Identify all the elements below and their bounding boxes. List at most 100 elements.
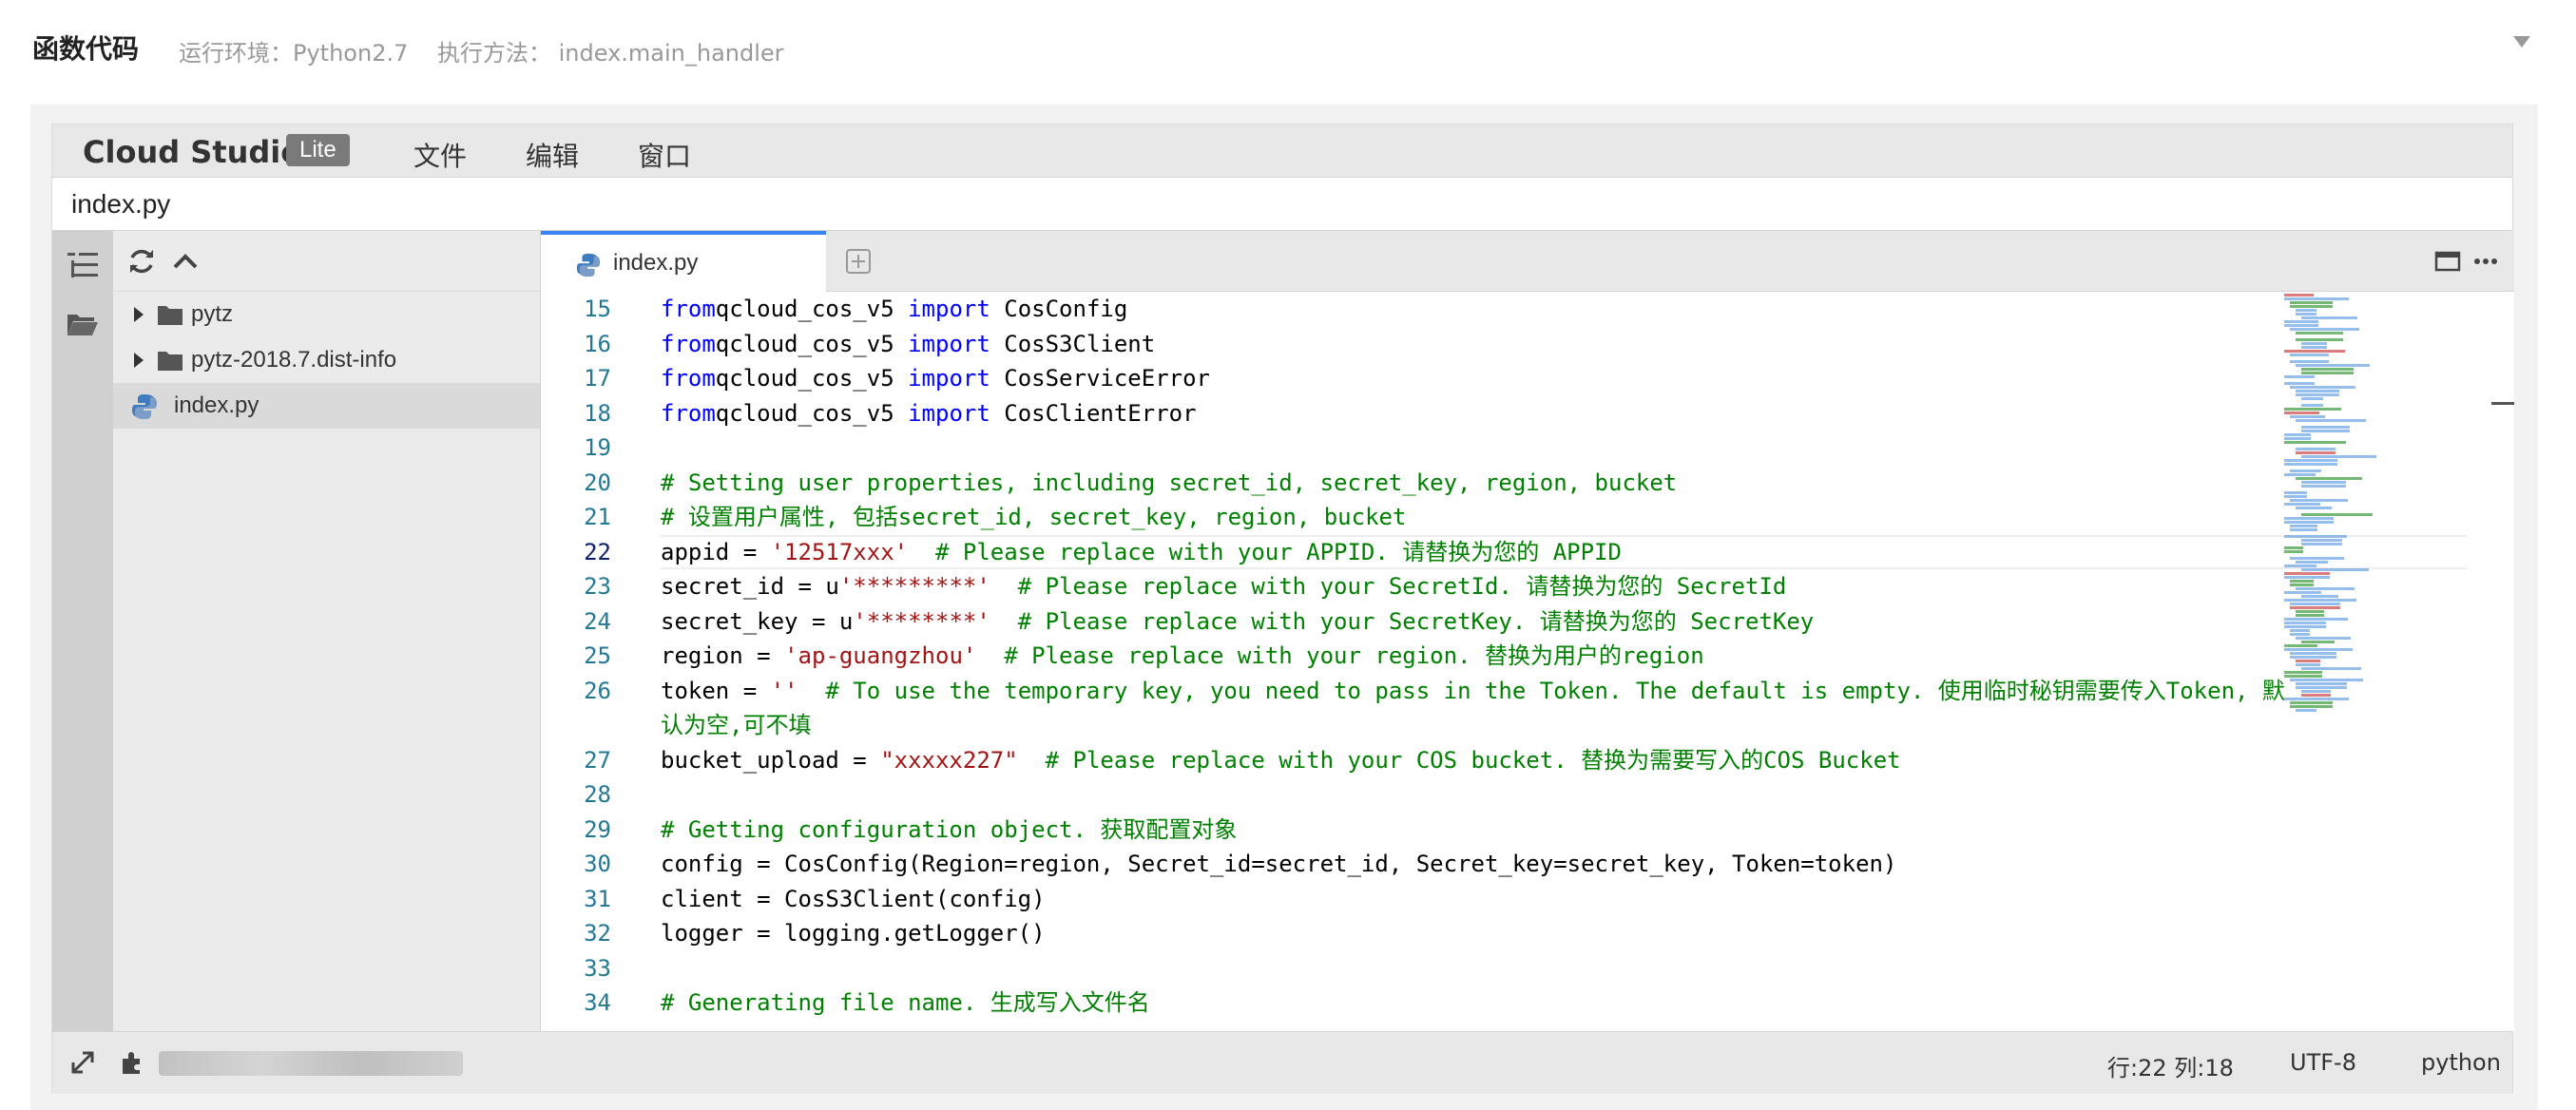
menu-file[interactable]: 文件 [413, 136, 467, 174]
maximize-icon[interactable] [2434, 248, 2461, 275]
code-area[interactable]: fromqcloud_cos_v5 import CosConfig fromqc… [661, 292, 2467, 1031]
code-line[interactable]: fromqcloud_cos_v5 import CosServiceError [661, 361, 1210, 395]
code-token: import [908, 365, 990, 392]
minimap-line [2284, 546, 2303, 549]
minimap-line [2296, 477, 2362, 480]
code-line[interactable]: # Setting user properties, including sec… [661, 466, 1677, 500]
line-number [541, 708, 611, 742]
menu-edit[interactable]: 编辑 [526, 136, 579, 174]
minimap-line [2284, 324, 2318, 327]
minimap-line [2284, 463, 2337, 466]
tree-item-pytz-dist-info[interactable]: pytz-2018.7.dist-info [113, 337, 540, 383]
refresh-icon[interactable] [126, 246, 157, 277]
code-token: qcloud_cos_v5 [715, 296, 909, 322]
tree-item-label: pytz [191, 301, 234, 327]
code-token: 'ap-guangzhou' [784, 642, 977, 669]
code-line[interactable]: fromqcloud_cos_v5 import CosClientError [661, 396, 1197, 431]
code-token: CosClientError [990, 399, 1197, 427]
tree-item-index-py[interactable]: index.py [113, 383, 540, 429]
code-line[interactable]: # 设置用户属性, 包括secret_id, secret_key, regio… [661, 500, 1406, 534]
line-number: 29 [584, 815, 611, 843]
code-token: CosServiceError [990, 365, 1210, 392]
chevron-right-icon[interactable] [134, 353, 144, 368]
add-tab-icon[interactable] [845, 248, 872, 275]
tab-index-py[interactable]: index.py [541, 231, 826, 292]
minimap-line [2296, 660, 2320, 662]
page-header: 函数代码 运行环境：Python2.7 执行方法： index.main_han… [0, 0, 2576, 95]
code-token: '12517xxx' [770, 538, 909, 565]
minimap-line [2284, 644, 2317, 647]
code-line[interactable]: secret_key = u'********' # Please replac… [661, 604, 1814, 639]
code-line[interactable]: token = '' # To use the temporary key, y… [661, 674, 2285, 708]
minimap-line [2284, 599, 2356, 602]
minimap-line [2301, 513, 2373, 516]
code-token: appid = [661, 538, 771, 565]
language-mode[interactable]: python [2421, 1049, 2501, 1076]
code-line[interactable]: fromqcloud_cos_v5 import CosS3Client [661, 327, 1155, 361]
code-line[interactable]: 认为空,可不填 [661, 708, 811, 742]
code-line[interactable]: secret_id = u'*********' # Please replac… [661, 569, 1786, 603]
code-token: # Please replace with your COS bucket. 替… [1017, 746, 1901, 774]
minimap-line [2284, 517, 2334, 520]
minimap-line [2284, 671, 2322, 674]
minimap-line [2290, 679, 2363, 681]
chevron-up-icon[interactable] [170, 246, 201, 277]
editor-tabs: index.py [541, 231, 2514, 292]
line-number: 17 [584, 365, 611, 392]
code-line[interactable]: config = CosConfig(Region=region, Secret… [661, 847, 1896, 881]
folder-open-icon[interactable] [66, 307, 100, 341]
code-line[interactable]: # Getting configuration object. 获取配置对象 [661, 813, 1237, 847]
minimap-line [2284, 297, 2349, 300]
code-line[interactable]: client = CosS3Client(config) [661, 882, 1046, 916]
minimap-line [2301, 568, 2369, 571]
ide-menubar: Cloud Studio Lite 文件 编辑 窗口 [52, 124, 2512, 178]
file-encoding[interactable]: UTF-8 [2290, 1049, 2356, 1076]
minimap-line [2290, 525, 2317, 527]
minimap-line [2301, 539, 2342, 542]
minimap-line [2284, 591, 2321, 594]
line-number: 19 [584, 434, 611, 461]
code-token: # To use the temporary key, you need to … [798, 677, 2285, 704]
expand-icon[interactable] [69, 1049, 96, 1076]
minimap-line [2290, 557, 2344, 560]
folder-icon [158, 306, 183, 325]
minimap-line [2301, 543, 2342, 545]
runtime-env: 运行环境：Python2.7 [179, 40, 409, 67]
minimap-line [2290, 705, 2333, 708]
minimap-line [2290, 386, 2355, 389]
tree-item-pytz[interactable]: pytz [113, 292, 540, 337]
minimap-line [2301, 595, 2338, 598]
minimap-line [2290, 360, 2329, 363]
line-number-gutter: 15 16 17 18 19 20 21 22 23 24 25 26 27 28 29 30 31 32 33 34 [541, 292, 626, 1031]
code-line[interactable]: appid = '12517xxx' # Please replace with… [661, 535, 1622, 569]
explorer-toolbar [113, 231, 540, 292]
code-editor[interactable]: 15 16 17 18 19 20 21 22 23 24 25 26 27 28 29 30 31 32 33 34… [541, 292, 2514, 1031]
line-number: 27 [584, 746, 611, 774]
code-line[interactable]: # Generating file name. 生成写入文件名 [661, 986, 1150, 1020]
minimap-line [2290, 415, 2325, 418]
line-number: 32 [584, 920, 611, 947]
minimap-line [2290, 328, 2359, 331]
minimap-line [2284, 375, 2315, 378]
collapse-icon[interactable] [2513, 36, 2530, 48]
explorer-tree-icon[interactable] [66, 248, 100, 282]
chevron-right-icon[interactable] [134, 307, 144, 322]
code-line[interactable]: region = 'ap-guangzhou' # Please replace… [661, 639, 1704, 673]
code-token: 认为空,可不填 [661, 712, 812, 738]
minimap-line [2290, 469, 2321, 472]
more-icon[interactable] [2472, 248, 2499, 275]
minimap-line [2284, 503, 2320, 506]
code-line[interactable]: bucket_upload = "xxxxx227" # Please repl… [661, 743, 1901, 777]
minimap[interactable] [2277, 292, 2514, 1031]
menu-window[interactable]: 窗口 [638, 136, 691, 174]
code-line[interactable]: logger = logging.getLogger() [661, 916, 1046, 950]
plugin-icon[interactable] [119, 1049, 145, 1076]
minimap-line [2296, 419, 2366, 422]
minimap-line [2301, 690, 2331, 693]
code-line[interactable]: fromqcloud_cos_v5 import CosConfig [661, 292, 1127, 326]
scrollbar-marker[interactable] [2491, 402, 2514, 405]
code-token: region = [661, 642, 785, 669]
minimap-line [2284, 618, 2348, 621]
cursor-position[interactable]: 行:22 列:18 [2107, 1049, 2234, 1082]
minimap-line [2296, 390, 2339, 392]
